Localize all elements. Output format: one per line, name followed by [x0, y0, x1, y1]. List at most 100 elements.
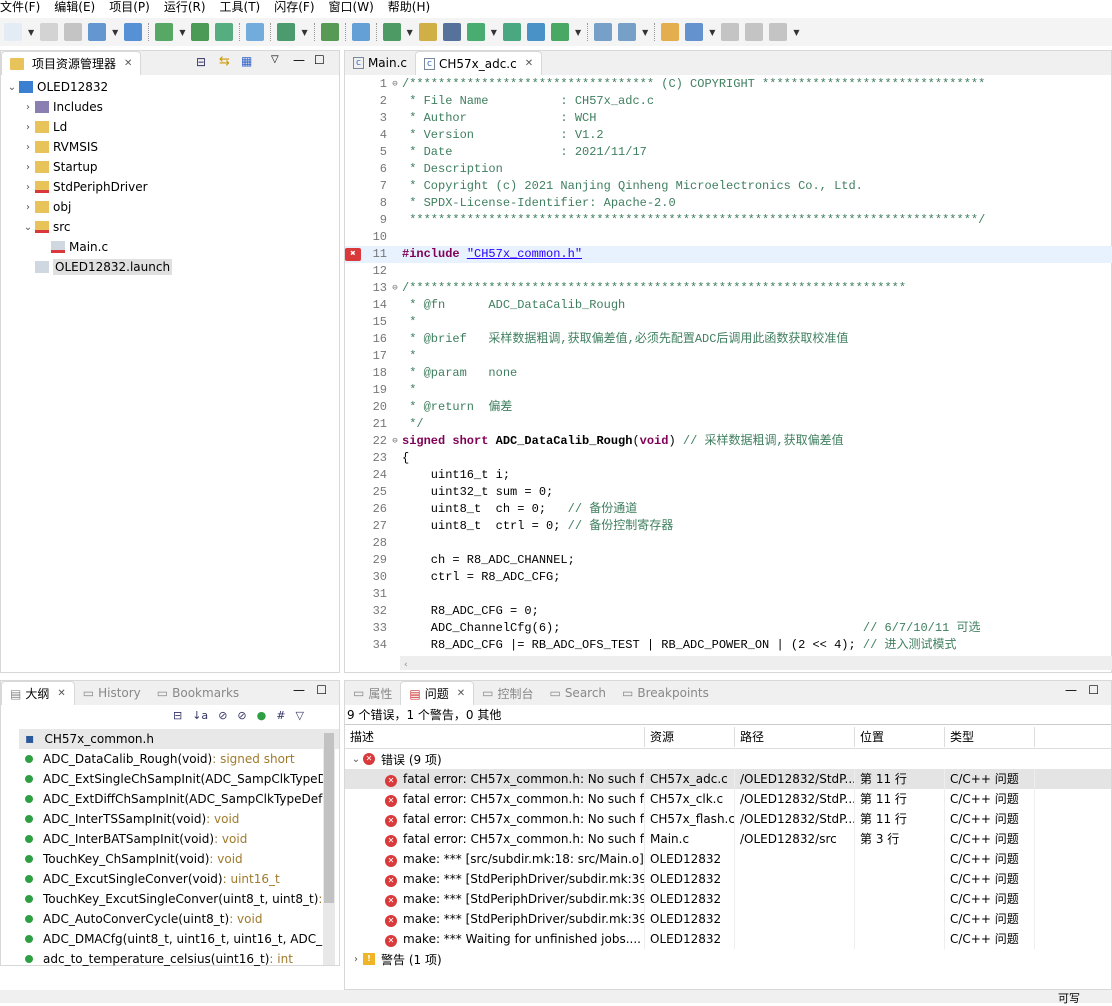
outline-item[interactable]: ADC_ExtDiffChSampInit(ADC_SampClkTypeDef…	[19, 789, 339, 809]
menu-item[interactable]: 帮助(H)	[388, 0, 438, 18]
run-icon[interactable]	[466, 23, 485, 41]
menu-item[interactable]: 闪存(F)	[274, 0, 322, 18]
close-icon[interactable]: ✕	[124, 58, 132, 69]
column-header-4[interactable]: 类型	[945, 726, 1035, 747]
chevron-icon[interactable]: ⌄	[5, 82, 19, 93]
column-header-3[interactable]: 位置	[855, 726, 945, 747]
collapse-all-icon[interactable]: ⊟	[196, 55, 206, 69]
configure-icon[interactable]	[124, 23, 143, 41]
search-icon[interactable]	[351, 23, 370, 41]
tree-item[interactable]: OLED12832.launch	[1, 257, 339, 277]
view-menu-icon[interactable]: ▽	[295, 709, 303, 722]
dropdown-arrow-icon[interactable]: ▼	[575, 28, 581, 37]
horizontal-scrollbar[interactable]: ‹	[400, 656, 1112, 670]
ld-file-icon[interactable]	[382, 23, 401, 41]
maximize-icon[interactable]: ☐	[316, 683, 327, 697]
view-menu-icon[interactable]: ▽	[271, 54, 279, 65]
hide-static-icon[interactable]: ⊘	[237, 709, 246, 722]
collapse-all-icon[interactable]: ⊟	[173, 709, 182, 722]
link-editor-icon[interactable]: ⇆	[219, 54, 230, 69]
tab-history[interactable]: ▭ History	[75, 681, 149, 705]
back-icon[interactable]	[685, 23, 704, 41]
error-group[interactable]: ⌄ ✕ 错误 (9 项)	[345, 749, 1111, 769]
problem-row[interactable]: ✕ fatal error: CH57x_common.h: No such fi…	[345, 829, 1111, 849]
close-icon[interactable]: ✕	[57, 688, 65, 699]
menu-item[interactable]: 运行(R)	[164, 0, 214, 18]
tab-bookmarks[interactable]: ▭ Bookmarks	[149, 681, 247, 705]
fold-toggle-icon[interactable]: ⊖	[389, 76, 401, 93]
maximize-icon[interactable]: ☐	[1088, 683, 1099, 697]
tree-item[interactable]: › Startup	[1, 157, 339, 177]
chevron-icon[interactable]: ›	[21, 202, 35, 213]
next-annotation-icon[interactable]	[618, 23, 637, 41]
tab-properties[interactable]: ▭ 属性	[345, 681, 400, 705]
close-icon[interactable]: ✕	[525, 58, 533, 69]
hide-macros-icon[interactable]: #	[276, 709, 285, 722]
step-into-icon[interactable]	[526, 23, 545, 41]
tree-item[interactable]: › obj	[1, 197, 339, 217]
outline-item[interactable]: ADC_DataCalib_Rough(void) : signed short	[19, 749, 339, 769]
filter-icon[interactable]: ▦	[241, 54, 252, 68]
outline-item[interactable]: TouchKey_ChSampInit(void) : void	[19, 849, 339, 869]
maximize-icon[interactable]: ☐	[314, 53, 325, 67]
step-over-icon[interactable]	[502, 23, 521, 41]
dropdown-arrow-icon[interactable]: ▼	[112, 28, 118, 37]
problem-row[interactable]: ✕ make: *** [src/subdir.mk:18: src/Main.o…	[345, 849, 1111, 869]
sort-icon[interactable]: ↓a	[192, 709, 208, 722]
tab-project-explorer[interactable]: 项目资源管理器 ✕	[1, 51, 142, 75]
debug-icon[interactable]	[320, 23, 339, 41]
dropdown-arrow-icon[interactable]: ▼	[407, 28, 413, 37]
terminal-icon[interactable]	[277, 23, 296, 41]
disable-icon[interactable]	[550, 23, 569, 41]
hide-nonpublic-icon[interactable]: ●	[257, 709, 267, 722]
previous-edit-icon[interactable]	[661, 23, 680, 41]
chevron-icon[interactable]: ⌄	[349, 754, 363, 765]
column-header-1[interactable]: 资源	[645, 726, 735, 747]
tree-item[interactable]: Main.c	[1, 237, 339, 257]
dropdown-arrow-icon[interactable]: ▼	[642, 28, 648, 37]
chevron-icon[interactable]: ›	[349, 954, 363, 965]
chevron-icon[interactable]: ›	[21, 102, 35, 113]
chevron-icon[interactable]: ›	[21, 162, 35, 173]
tab-ch57x-adc-c[interactable]: c CH57x_adc.c ✕	[415, 51, 543, 75]
menu-item[interactable]: 编辑(E)	[54, 0, 103, 18]
menu-item[interactable]: 文件(F)	[0, 0, 48, 18]
outline-item[interactable]: ADC_AutoConverCycle(uint8_t) : void	[19, 909, 339, 929]
doc-icon[interactable]	[594, 23, 613, 41]
console-icon[interactable]	[442, 23, 461, 41]
help-icon[interactable]	[418, 23, 437, 41]
problem-row[interactable]: ✕ fatal error: CH57x_common.h: No such fi…	[345, 789, 1111, 809]
outline-item[interactable]: TouchKey_ExcutSingleConver(uint8_t, uint…	[19, 889, 339, 909]
problem-row[interactable]: ✕ make: *** [StdPeriphDriver/subdir.mk:39…	[345, 869, 1111, 889]
problem-row[interactable]: ✕ make: *** [StdPeriphDriver/subdir.mk:39…	[345, 889, 1111, 909]
tab-problems[interactable]: ▤ 问题 ✕	[400, 681, 475, 705]
tree-item[interactable]: ⌄ OLED12832	[1, 77, 339, 97]
minimize-icon[interactable]: —	[1065, 683, 1077, 697]
tab-breakpoints[interactable]: ▭ Breakpoints	[614, 681, 717, 705]
outline-item[interactable]: ADC_DMACfg(uint8_t, uint16_t, uint16_t, …	[19, 929, 339, 949]
warning-group[interactable]: ›! 警告 (1 项)	[345, 949, 1111, 969]
save-all-icon[interactable]	[64, 23, 83, 41]
menu-item[interactable]: 项目(P)	[109, 0, 158, 18]
tree-item[interactable]: › StdPeriphDriver	[1, 177, 339, 197]
dropdown-arrow-icon[interactable]: ▼	[709, 28, 715, 37]
tree-item[interactable]: › RVMSIS	[1, 137, 339, 157]
save-icon[interactable]	[40, 23, 59, 41]
tab-main-c[interactable]: c Main.c	[345, 51, 415, 75]
dropdown-arrow-icon[interactable]: ▼	[301, 28, 307, 37]
forward-icon[interactable]	[721, 23, 740, 41]
hide-fields-icon[interactable]: ⊘	[218, 709, 227, 722]
chevron-icon[interactable]: ›	[21, 142, 35, 153]
outline-item[interactable]: ADC_ExtSingleChSampInit(ADC_SampClkTypeD	[19, 769, 339, 789]
dropdown-arrow-icon[interactable]: ▼	[28, 28, 34, 37]
column-header-0[interactable]: 描述	[345, 726, 645, 747]
chevron-icon[interactable]: ›	[21, 182, 35, 193]
fold-toggle-icon[interactable]: ⊖	[389, 433, 401, 450]
tab-search[interactable]: ▭ Search	[541, 681, 614, 705]
tab-console[interactable]: ▭ 控制台	[474, 681, 541, 705]
close-icon[interactable]: ✕	[457, 688, 465, 699]
download-icon[interactable]	[246, 23, 265, 41]
fold-toggle-icon[interactable]: ⊖	[389, 280, 401, 297]
tree-item[interactable]: ⌄ src	[1, 217, 339, 237]
dropdown-arrow-icon[interactable]: ▼	[793, 28, 799, 37]
